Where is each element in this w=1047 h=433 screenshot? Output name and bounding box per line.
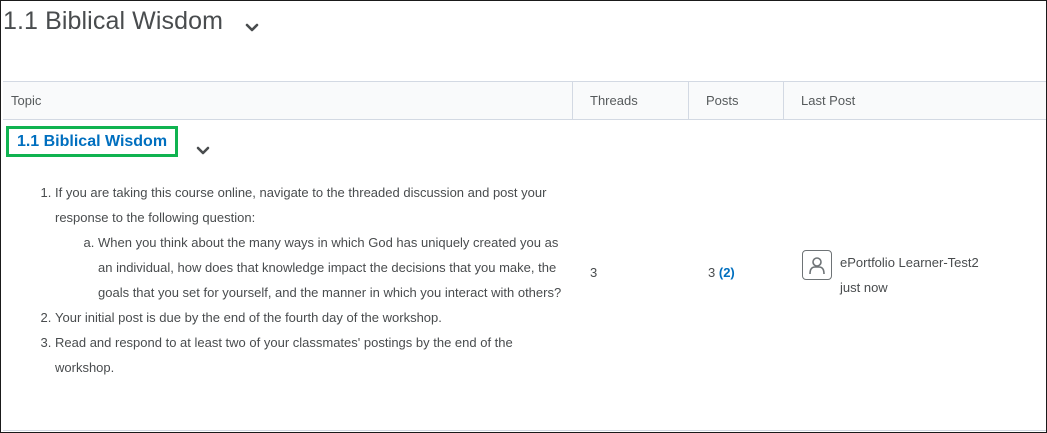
last-post-time: just now	[840, 280, 888, 295]
header-posts: Posts	[688, 82, 783, 119]
threads-count: 3	[590, 265, 598, 280]
header-threads: Threads	[572, 82, 688, 119]
list-item: If you are taking this course online, na…	[55, 180, 572, 305]
table-header: Topic Threads Posts Last Post	[3, 82, 1046, 120]
forum-title: 1.1 Biblical Wisdom	[3, 6, 224, 35]
forum-heading: 1.1 Biblical Wisdom	[3, 3, 259, 39]
posts-total: 3	[708, 265, 716, 280]
header-topic: Topic	[11, 93, 42, 108]
chevron-down-icon[interactable]	[245, 20, 259, 32]
posts-count: 3 (2)	[708, 265, 735, 280]
last-post-info: ePortfolio Learner-Test2 just now	[802, 250, 979, 300]
instructions-list: If you are taking this course online, na…	[3, 180, 572, 380]
last-post-author: ePortfolio Learner-Test2	[840, 255, 979, 270]
chevron-down-icon[interactable]	[196, 143, 210, 155]
list-item: When you think about the many ways in wh…	[98, 230, 572, 305]
last-post-text: ePortfolio Learner-Test2 just now	[840, 250, 979, 300]
topics-table: Topic Threads Posts Last Post 1.1 Biblic…	[3, 81, 1046, 431]
topic-link[interactable]: 1.1 Biblical Wisdom	[17, 133, 167, 151]
user-avatar-icon	[802, 250, 832, 280]
topic-description: If you are taking this course online, na…	[3, 180, 572, 380]
list-item: Read and respond to at least two of your…	[55, 330, 572, 380]
posts-unread-link[interactable]: (2)	[719, 265, 735, 280]
header-last-post: Last Post	[783, 82, 1046, 119]
page-frame: 1.1 Biblical Wisdom Topic Threads Posts …	[0, 0, 1047, 433]
topic-highlight: 1.1 Biblical Wisdom	[6, 126, 178, 157]
table-row: 1.1 Biblical Wisdom If you are taking th…	[3, 120, 1046, 430]
sub-list: When you think about the many ways in wh…	[55, 230, 572, 305]
instruction-text: If you are taking this course online, na…	[55, 185, 547, 225]
list-item: Your initial post is due by the end of t…	[55, 305, 572, 330]
